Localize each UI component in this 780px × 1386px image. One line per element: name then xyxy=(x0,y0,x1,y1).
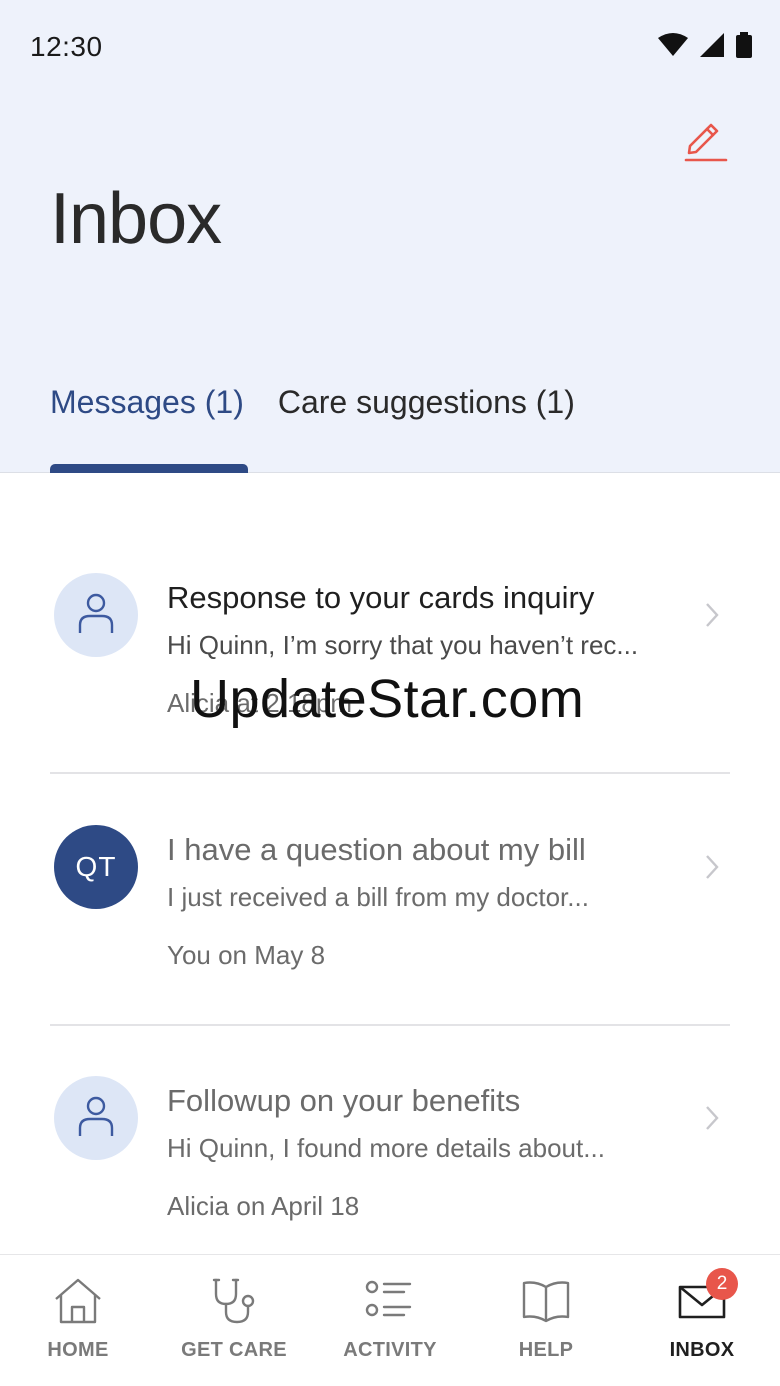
tab-care-suggestions[interactable]: Care suggestions (1) xyxy=(278,384,575,473)
battery-icon xyxy=(736,32,752,63)
avatar xyxy=(54,1076,138,1160)
person-icon xyxy=(76,591,116,640)
chevron-right-icon xyxy=(700,852,724,882)
message-title: I have a question about my bill xyxy=(167,832,586,867)
person-icon xyxy=(76,1094,116,1143)
message-title: Followup on your benefits xyxy=(167,1083,521,1118)
divider xyxy=(50,772,730,774)
status-icons xyxy=(658,32,752,63)
page-title: Inbox xyxy=(50,179,222,259)
message-item[interactable]: QT I have a question about my bill I jus… xyxy=(0,775,780,1026)
signal-icon xyxy=(700,33,724,62)
nav-label: HELP xyxy=(518,1339,574,1361)
home-icon xyxy=(50,1275,106,1327)
nav-label: HOME xyxy=(47,1339,109,1361)
status-time: 12:30 xyxy=(30,31,103,62)
inbox-tabs: Messages (1) Care suggestions (1) xyxy=(50,384,575,473)
status-bar: 12:30 xyxy=(0,0,780,96)
message-meta: Alicia on April 18 xyxy=(167,1191,360,1221)
stethoscope-icon xyxy=(206,1275,262,1327)
activity-list-icon xyxy=(362,1275,418,1327)
nav-get-care[interactable]: GET CARE xyxy=(156,1255,312,1386)
book-icon xyxy=(518,1275,574,1327)
nav-inbox[interactable]: INBOX xyxy=(624,1255,780,1386)
message-preview: I just received a bill from my doctor... xyxy=(167,882,589,912)
message-preview: Hi Quinn, I’m sorry that you haven’t rec… xyxy=(167,630,639,660)
nav-label: INBOX xyxy=(669,1339,735,1361)
bottom-nav: HOME GET CARE ACTIVITY HELP INBOX xyxy=(0,1254,780,1386)
nav-label: ACTIVITY xyxy=(343,1339,437,1361)
watermark-text: UpdateStar.com xyxy=(190,669,585,729)
pencil-icon xyxy=(682,116,728,167)
nav-help[interactable]: HELP xyxy=(468,1255,624,1386)
message-meta: You on May 8 xyxy=(167,940,326,970)
chevron-right-icon xyxy=(700,600,724,630)
message-item[interactable]: Followup on your benefits Hi Quinn, I fo… xyxy=(0,1026,780,1277)
avatar xyxy=(54,573,138,657)
wifi-icon xyxy=(658,33,688,62)
chevron-right-icon xyxy=(700,1103,724,1133)
inbox-header: 12:30 Inbox Messages (1) Care suggestion… xyxy=(0,0,780,473)
avatar: QT xyxy=(54,825,138,909)
nav-activity[interactable]: ACTIVITY xyxy=(312,1255,468,1386)
tab-messages[interactable]: Messages (1) xyxy=(50,384,244,473)
message-preview: Hi Quinn, I found more details about... xyxy=(167,1133,605,1163)
compose-button[interactable] xyxy=(680,116,730,166)
message-title: Response to your cards inquiry xyxy=(167,580,595,615)
inbox-badge: 2 xyxy=(706,1268,738,1300)
nav-home[interactable]: HOME xyxy=(0,1255,156,1386)
active-tab-indicator xyxy=(50,464,248,473)
nav-label: GET CARE xyxy=(181,1339,287,1361)
message-item[interactable]: Response to your cards inquiry Hi Quinn,… xyxy=(0,523,780,774)
